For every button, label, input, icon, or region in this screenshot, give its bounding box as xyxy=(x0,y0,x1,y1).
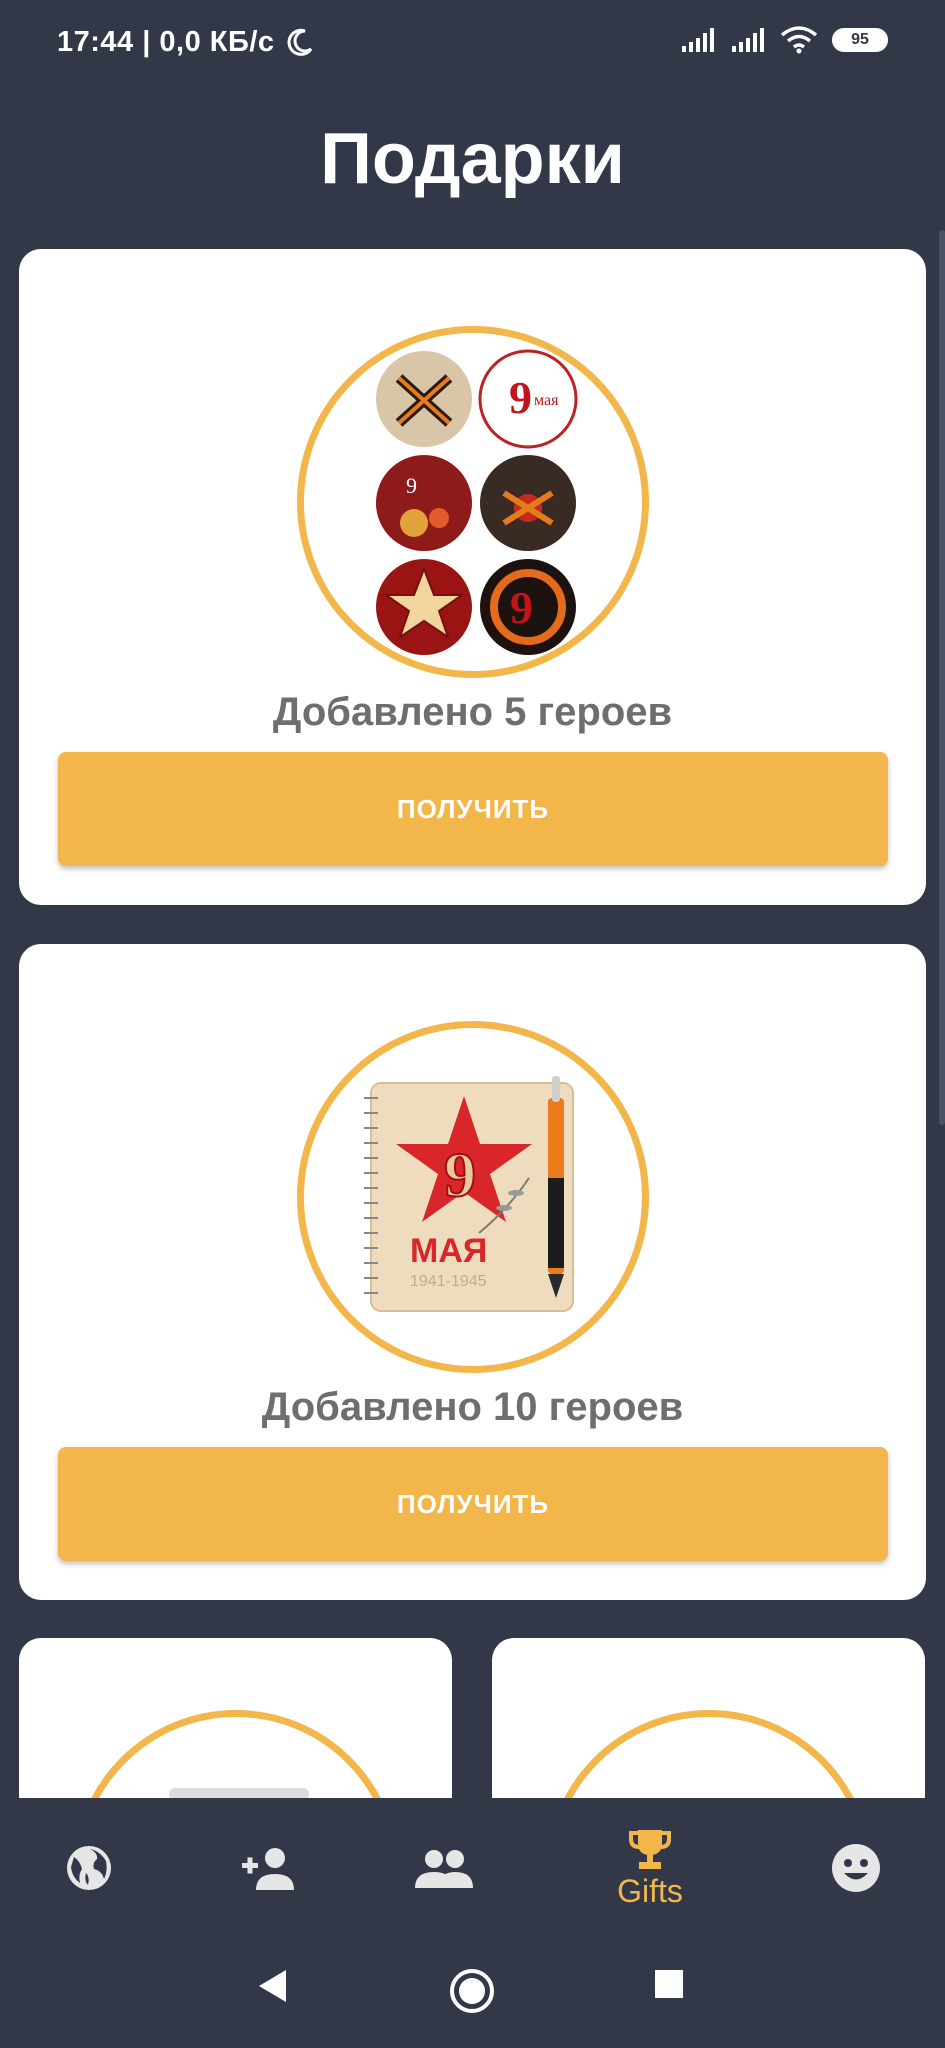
status-time: 17:44 | 0,0 КБ/с xyxy=(57,26,315,59)
scrollbar[interactable] xyxy=(939,230,945,1125)
smiley-icon xyxy=(832,1844,880,1892)
may-9-notebook-image: 9 МАЯ 1941-1945 xyxy=(363,1076,574,1312)
gift-card: 9 МАЯ 1941-1945 Добавлено 10 героев ПОЛУ… xyxy=(19,944,926,1600)
nav-gifts[interactable]: Gifts xyxy=(600,1798,700,1938)
nav-profile[interactable] xyxy=(826,1798,886,1938)
get-gift-button[interactable]: ПОЛУЧИТЬ xyxy=(58,752,888,866)
page-title: Подарки xyxy=(320,119,625,199)
get-gift-button[interactable]: ПОЛУЧИТЬ xyxy=(58,1447,888,1561)
nav-globe[interactable] xyxy=(54,1798,124,1938)
add-person-icon xyxy=(242,1848,294,1890)
svg-text:9: 9 xyxy=(509,372,532,423)
notebook-day: 9 xyxy=(444,1139,476,1210)
bottom-navigation: Gifts xyxy=(0,1798,945,1938)
back-icon[interactable] xyxy=(256,1968,290,2004)
nav-add-person[interactable] xyxy=(238,1798,298,1938)
globe-icon xyxy=(67,1846,111,1890)
gift-image-notebook: 9 МАЯ 1941-1945 xyxy=(296,1021,649,1373)
svg-text:мая: мая xyxy=(534,392,559,409)
gift-caption: Добавлено 10 героев xyxy=(261,1385,684,1429)
svg-text:9: 9 xyxy=(406,473,417,498)
notebook-month: МАЯ xyxy=(410,1232,487,1270)
nav-people[interactable] xyxy=(414,1798,474,1938)
status-icons: 95 xyxy=(680,26,888,54)
system-navigation-bar xyxy=(0,1938,945,2048)
status-time-text: 17:44 | 0,0 КБ/с xyxy=(57,26,275,58)
wifi-icon xyxy=(780,26,818,54)
trophy-icon xyxy=(629,1829,671,1869)
gift-caption: Добавлено 5 героев xyxy=(272,690,673,734)
gift-card: 9 мая 9 9 Добавлено 5 героев ПОЛУЧИТЬ xyxy=(19,249,926,905)
notebook-years: 1941-1945 xyxy=(410,1273,487,1290)
battery-indicator: 95 xyxy=(832,28,888,52)
home-icon[interactable] xyxy=(449,1968,495,2014)
recents-icon[interactable] xyxy=(653,1968,685,2000)
moon-icon xyxy=(287,28,313,56)
signal-icon xyxy=(682,28,714,52)
signal-icon xyxy=(732,28,764,52)
status-bar: 17:44 | 0,0 КБ/с 95 xyxy=(0,0,945,90)
battery-level: 95 xyxy=(851,31,869,48)
may-9-badges-image: 9 мая 9 9 xyxy=(375,349,577,655)
svg-text:9: 9 xyxy=(510,582,533,633)
gift-image-badges: 9 мая 9 9 xyxy=(296,326,649,678)
nav-gifts-label: Gifts xyxy=(617,1872,683,1909)
people-icon xyxy=(415,1850,473,1888)
